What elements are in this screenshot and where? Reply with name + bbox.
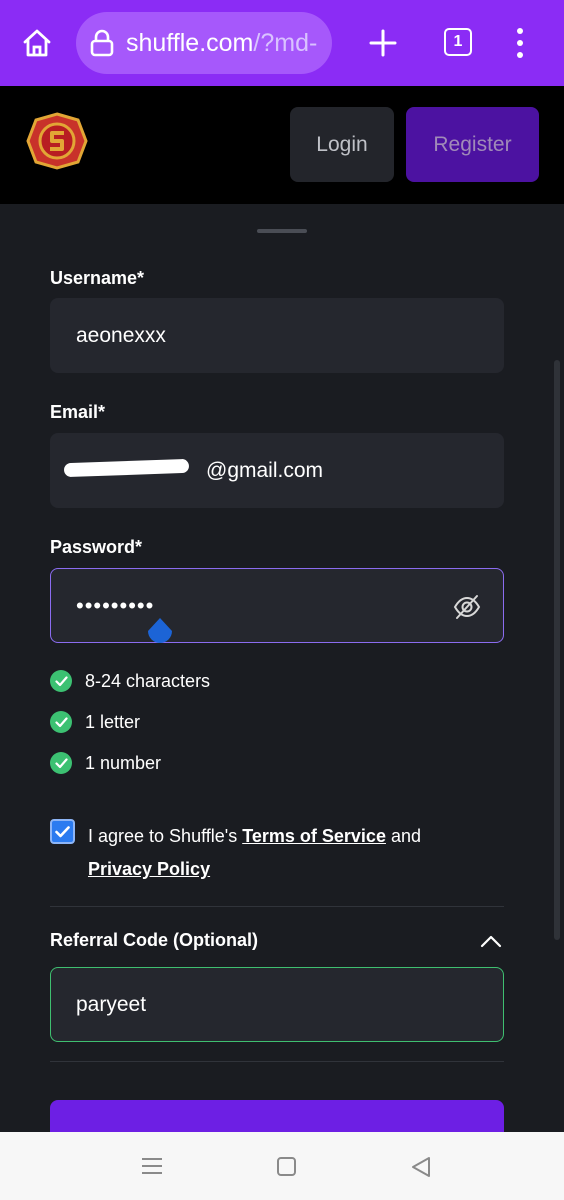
more-vert-icon[interactable] [508,24,532,62]
register-button[interactable]: Register [406,107,539,182]
submit-register-button[interactable] [50,1100,504,1132]
home-icon[interactable] [18,24,56,62]
password-label: Password* [50,537,143,557]
email-field[interactable]: @gmail.com [50,433,504,508]
email-visible-suffix: @gmail.com [206,458,324,482]
back-icon[interactable] [410,1156,432,1178]
site-header: Login Register [0,86,564,204]
check-circle-icon [50,752,72,774]
text-cursor-handle[interactable] [144,616,176,648]
home-nav-icon[interactable] [277,1157,296,1176]
password-value: ••••••••• [76,592,155,618]
requirement-text: 1 number [85,752,162,773]
password-field[interactable]: ••••••••• [50,568,504,643]
terms-of-service-link[interactable]: Terms of Service [242,826,386,846]
requirement-text: 1 letter [85,711,141,732]
tab-count: 1 [453,33,463,50]
requirement-letter: 1 letter [50,711,140,733]
tab-count-icon[interactable]: 1 [444,28,472,56]
redaction-scribble [63,458,190,478]
email-label: Email* [50,402,106,422]
referral-code-field[interactable]: paryeet [50,967,504,1042]
browser-toolbar: shuffle.com/?md- 1 [0,0,564,86]
requirement-text: 8-24 characters [85,670,211,691]
eye-off-icon[interactable] [453,593,481,621]
register-panel: Username* aeonexxx Email* @gmail.com Pas… [0,204,564,1132]
requirement-length: 8-24 characters [50,670,210,692]
address-bar[interactable]: shuffle.com/?md- [76,12,332,74]
requirement-number: 1 number [50,752,161,774]
chevron-up-icon[interactable] [480,932,502,950]
checkmark-icon [55,825,70,837]
terms-checkbox[interactable] [50,819,75,844]
check-circle-icon [50,711,72,733]
scrollbar[interactable] [554,360,560,940]
referral-label[interactable]: Referral Code (Optional) [50,930,258,951]
drag-handle[interactable] [257,229,307,233]
shuffle-logo[interactable] [26,112,88,170]
username-label: Username* [50,268,145,288]
login-button[interactable]: Login [290,107,394,182]
system-nav-bar [0,1132,564,1200]
privacy-policy-link[interactable]: Privacy Policy [88,859,210,879]
recents-icon[interactable] [141,1157,163,1175]
terms-agreement-text: I agree to Shuffle's Terms of Service an… [88,826,422,879]
username-field[interactable]: aeonexxx [50,298,504,373]
divider [50,1061,504,1062]
url-text: shuffle.com/?md- [126,28,318,57]
username-value: aeonexxx [76,323,166,347]
plus-icon[interactable] [364,24,402,62]
referral-code-value: paryeet [76,992,147,1016]
divider [50,906,504,907]
lock-icon [88,28,116,58]
check-circle-icon [50,670,72,692]
